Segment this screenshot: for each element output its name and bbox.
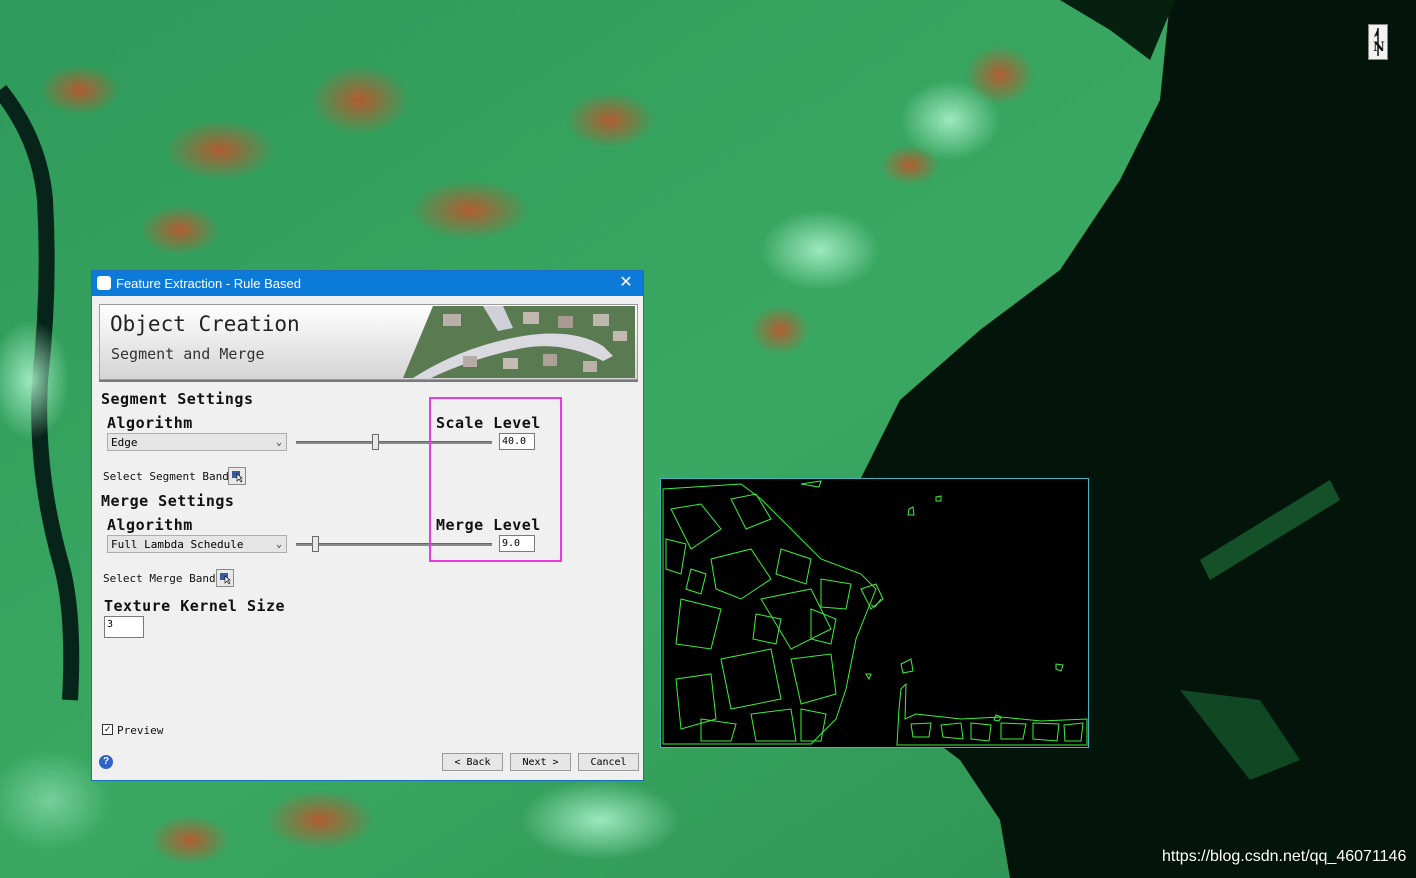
app-icon xyxy=(97,276,111,290)
segment-settings-heading: Segment Settings xyxy=(101,390,254,408)
merge-settings-heading: Merge Settings xyxy=(101,492,235,510)
segment-boundaries xyxy=(662,480,1088,746)
chevron-down-icon: ⌄ xyxy=(275,539,282,550)
select-segment-bands-label: Select Segment Bands xyxy=(103,470,236,483)
help-icon[interactable]: ? xyxy=(99,755,113,769)
merge-algorithm-label: Algorithm xyxy=(107,516,193,534)
north-label: N xyxy=(1373,40,1385,55)
north-arrow-icon: N xyxy=(1368,24,1388,60)
close-icon[interactable]: ✕ xyxy=(615,272,637,294)
dialog-title: Feature Extraction - Rule Based xyxy=(116,276,301,291)
segment-algorithm-value: Edge xyxy=(111,436,138,449)
banner-title: Object Creation xyxy=(110,312,300,336)
segment-algorithm-select[interactable]: Edge ⌄ xyxy=(107,433,287,451)
texture-kernel-heading: Texture Kernel Size xyxy=(104,597,286,615)
banner-aerial-image xyxy=(403,306,635,378)
band-select-icon xyxy=(220,573,231,585)
dialog-titlebar[interactable]: Feature Extraction - Rule Based ✕ xyxy=(92,271,643,296)
preview-label: Preview xyxy=(117,724,164,737)
cancel-button[interactable]: Cancel xyxy=(578,753,639,771)
merge-level-slider-thumb[interactable] xyxy=(312,536,319,552)
scale-level-slider-thumb[interactable] xyxy=(372,434,379,450)
merge-algorithm-value: Full Lambda Schedule xyxy=(111,538,244,551)
banner-subtitle: Segment and Merge xyxy=(111,345,265,363)
step-banner: Object Creation Segment and Merge xyxy=(99,304,638,380)
merge-algorithm-select[interactable]: Full Lambda Schedule ⌄ xyxy=(107,535,287,553)
band-select-icon xyxy=(232,471,243,483)
merge-bands-button[interactable] xyxy=(216,569,234,587)
texture-kernel-input[interactable]: 3 xyxy=(104,616,144,638)
preview-checkbox[interactable]: ✓ xyxy=(102,724,113,735)
back-button[interactable]: < Back xyxy=(442,753,503,771)
level-highlight-box xyxy=(429,397,562,562)
select-merge-bands-label: Select Merge Bands xyxy=(103,572,223,585)
watermark: https://blog.csdn.net/qq_46071146 xyxy=(1162,848,1407,865)
next-button[interactable]: Next > xyxy=(510,753,571,771)
segment-algorithm-label: Algorithm xyxy=(107,414,193,432)
chevron-down-icon: ⌄ xyxy=(275,437,282,448)
segment-bands-button[interactable] xyxy=(228,467,246,485)
segmentation-preview-window[interactable] xyxy=(660,478,1089,748)
